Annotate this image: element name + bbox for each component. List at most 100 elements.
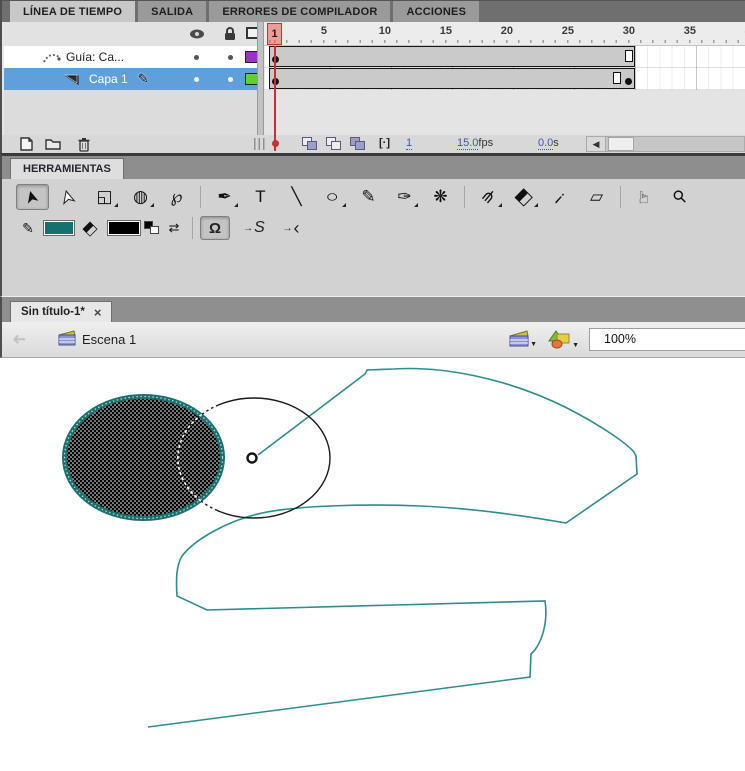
scrollbar-thumb[interactable] bbox=[608, 137, 634, 151]
3d-rotation-tool[interactable]: ◍ bbox=[124, 184, 157, 210]
stroke-color-pencil-icon[interactable]: ✎ bbox=[16, 215, 40, 241]
tools-row-2: ✎ ◧ ⇄ Ω → S → ‹ bbox=[2, 212, 745, 244]
modify-markers-button[interactable]: [·] bbox=[379, 137, 390, 149]
stage-drawing[interactable] bbox=[0, 358, 745, 771]
zoom-tool[interactable]: ⚲ bbox=[664, 184, 697, 210]
snap-to-objects-magnet-button[interactable]: Ω bbox=[200, 216, 230, 240]
fill-color-bucket-icon[interactable]: ◧ bbox=[78, 215, 104, 241]
delete-layer-trash-button[interactable] bbox=[77, 137, 91, 152]
edit-bar: ➜ Escena 1 ▼ ▼ 100% bbox=[0, 322, 745, 358]
layer-visibility-dot[interactable] bbox=[194, 55, 199, 60]
layer-name[interactable]: Guía: Ca... bbox=[66, 50, 124, 64]
straighten-option-button[interactable]: → ‹ bbox=[276, 216, 306, 240]
timeline-panel: Guía: Ca... Capa 1 ✎ 1 510152025303540 bbox=[0, 22, 745, 135]
edit-multiple-frames-button[interactable] bbox=[348, 137, 368, 151]
frame-span[interactable] bbox=[269, 46, 635, 67]
new-layer-button[interactable] bbox=[19, 137, 34, 151]
show-hide-all-layers-icon[interactable] bbox=[189, 28, 205, 40]
document-tab-strip: Sin título-1* × bbox=[0, 296, 745, 322]
onion-skin-outlines-button[interactable] bbox=[324, 137, 344, 151]
fps-value[interactable]: 15.0 bbox=[457, 137, 479, 150]
timeline-splitter[interactable] bbox=[257, 22, 264, 135]
status-bar-grip[interactable] bbox=[254, 138, 266, 150]
tools-divider bbox=[620, 186, 621, 208]
layer-lock-dot[interactable] bbox=[228, 77, 233, 82]
layer-row-guide[interactable]: Guía: Ca... bbox=[4, 46, 260, 68]
frames-area[interactable]: 1 510152025303540 bbox=[264, 22, 745, 135]
brush-tool[interactable]: ✑ bbox=[388, 184, 421, 210]
pencil-editing-icon: ✎ bbox=[137, 71, 149, 86]
eraser-tool[interactable]: ▱ bbox=[580, 184, 613, 210]
free-transform-tool[interactable]: ◱ bbox=[88, 184, 121, 210]
scene-breadcrumb[interactable]: Escena 1 bbox=[82, 332, 136, 347]
zoom-level-field[interactable]: 100% bbox=[589, 328, 745, 351]
playhead-line bbox=[274, 46, 277, 135]
edit-scene-button[interactable]: ▼ bbox=[508, 329, 537, 348]
document-title: Sin título-1* bbox=[21, 306, 85, 318]
smooth-option-button[interactable]: → S bbox=[239, 216, 269, 240]
text-tool[interactable]: T bbox=[244, 184, 277, 210]
playhead[interactable]: 1 bbox=[267, 23, 282, 45]
back-arrow-icon[interactable]: ➜ bbox=[12, 329, 26, 349]
layer-list-header bbox=[4, 22, 261, 46]
edit-scene-icon bbox=[509, 330, 529, 347]
end-frame-marker[interactable] bbox=[612, 72, 621, 84]
layer-visibility-dot[interactable] bbox=[194, 77, 199, 82]
pen-tool[interactable]: ✒ bbox=[208, 184, 241, 210]
ruler-frame-number: 10 bbox=[378, 25, 392, 37]
onion-skin-button[interactable] bbox=[300, 137, 320, 151]
timeline-horizontal-scrollbar[interactable]: ◀ bbox=[586, 136, 745, 152]
snap-center-ring[interactable] bbox=[246, 452, 258, 464]
close-document-icon[interactable]: × bbox=[94, 306, 102, 319]
ruler-frame-number: 15 bbox=[439, 25, 453, 37]
end-frame-marker[interactable] bbox=[624, 50, 633, 62]
paint-bucket-tool[interactable]: ◧ bbox=[508, 184, 541, 210]
layer-name[interactable]: Capa 1 bbox=[89, 72, 128, 86]
edit-symbols-button[interactable]: ▼ bbox=[548, 329, 579, 349]
new-folder-button[interactable] bbox=[45, 137, 61, 150]
frame-span[interactable] bbox=[269, 68, 635, 89]
elapsed-value[interactable]: 0.0 bbox=[538, 137, 554, 150]
stroke-color-swatch[interactable] bbox=[43, 220, 75, 236]
frames-row-guide[interactable] bbox=[264, 46, 745, 68]
timeline-ruler[interactable]: 1 510152025303540 bbox=[264, 22, 745, 46]
motion-guide-layer-icon bbox=[43, 53, 61, 62]
panel-tab-salida[interactable]: SALIDA bbox=[138, 1, 207, 23]
eyedropper-tool[interactable]: ¡ bbox=[544, 184, 577, 210]
pencil-drawing-path[interactable] bbox=[147, 367, 638, 728]
ruler-frame-number: 30 bbox=[622, 25, 636, 37]
document-tab[interactable]: Sin título-1* × bbox=[10, 301, 113, 322]
stage-canvas[interactable] bbox=[0, 358, 745, 771]
spray-brush-tool[interactable]: ❋ bbox=[424, 184, 457, 210]
layer-lock-dot[interactable] bbox=[228, 55, 233, 60]
selection-tool[interactable]: ➤ bbox=[16, 184, 49, 210]
elapsed-time-control[interactable]: 0.0s bbox=[538, 137, 559, 150]
panel-tab-acciones[interactable]: ACCIONES bbox=[393, 1, 480, 23]
subselection-tool[interactable]: ➤ bbox=[52, 184, 85, 210]
frame-rate-control[interactable]: 15.0fps bbox=[457, 137, 493, 150]
bone-tool[interactable]: ⋔ bbox=[472, 184, 505, 210]
tools-panel: ➤ ➤ ◱ ◍ ℘ ✒ T ╲ ○ ✎ ✑ ❋ ⋔ ◧ ¡ ▱ ☞ ⚲ ✎ ◧ ⇄ Ω → S → ‹ bbox=[0, 179, 745, 296]
panel-tab-errores-de-compilador[interactable]: ERRORES DE COMPILADOR bbox=[209, 1, 391, 23]
swap-colors-button[interactable]: ⇄ bbox=[163, 215, 185, 241]
edit-symbols-icon bbox=[548, 330, 570, 349]
tab-herramientas[interactable]: HERRAMIENTAS bbox=[10, 158, 124, 179]
tools-divider bbox=[200, 186, 201, 208]
ruler-frame-number: 5 bbox=[320, 25, 327, 37]
lasso-tool[interactable]: ℘ bbox=[160, 184, 193, 210]
panel-tab-strip: LÍNEA DE TIEMPO SALIDA ERRORES DE COMPILAD… bbox=[0, 0, 745, 23]
current-frame-value[interactable]: 1 bbox=[406, 137, 413, 150]
fill-color-swatch[interactable] bbox=[107, 220, 141, 236]
black-and-white-colors-button[interactable] bbox=[144, 221, 160, 235]
frames-row-capa1[interactable] bbox=[264, 68, 745, 90]
oval-tool[interactable]: ○ bbox=[316, 184, 349, 210]
pencil-tool[interactable]: ✎ bbox=[352, 184, 385, 210]
panel-tab-l-nea-de-tiempo[interactable]: LÍNEA DE TIEMPO bbox=[10, 1, 136, 23]
layer-row-capa1[interactable]: Capa 1 ✎ bbox=[4, 68, 260, 90]
tools-row-1: ➤ ➤ ◱ ◍ ℘ ✒ T ╲ ○ ✎ ✑ ❋ ⋔ ◧ ¡ ▱ ☞ ⚲ bbox=[2, 182, 745, 212]
scrollbar-left-arrow[interactable]: ◀ bbox=[587, 137, 606, 151]
lock-unlock-all-layers-icon[interactable] bbox=[223, 26, 237, 41]
line-tool[interactable]: ╲ bbox=[280, 184, 313, 210]
playhead-status-marker[interactable] bbox=[271, 135, 279, 151]
hand-tool[interactable]: ☞ bbox=[628, 184, 661, 210]
